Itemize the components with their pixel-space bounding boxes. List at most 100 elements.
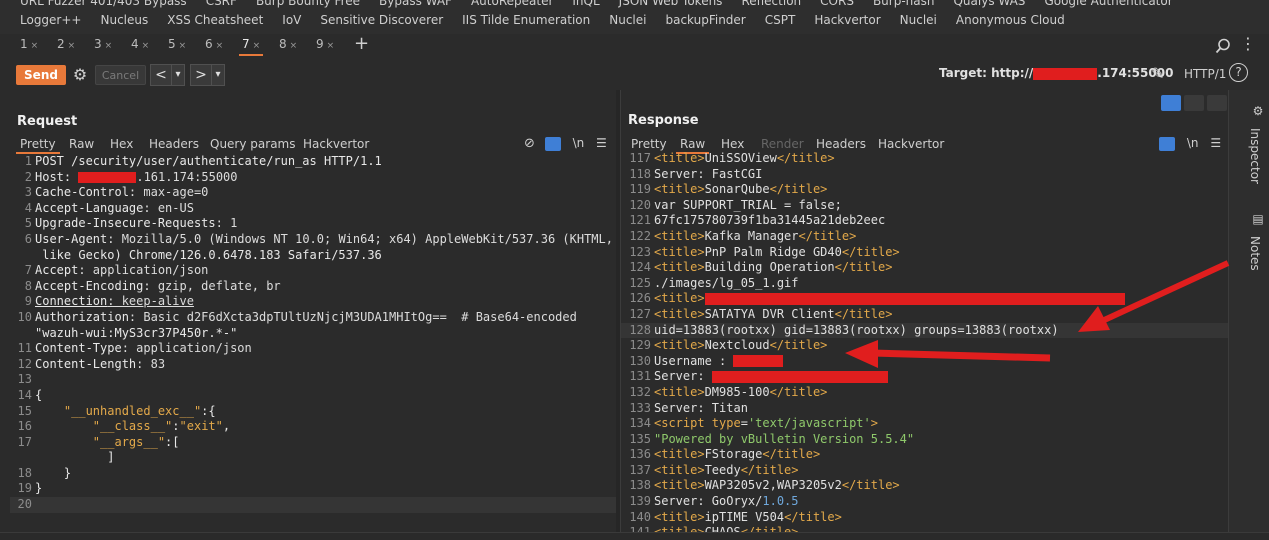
add-tab-button[interactable]: +	[354, 33, 369, 54]
header-name: Accept	[35, 263, 79, 278]
menu-icon[interactable]: ☰	[1210, 136, 1221, 150]
hide-icon[interactable]: ⊘	[524, 136, 535, 151]
code-line: 12 Content-Length: 83	[10, 357, 616, 373]
extension-tab[interactable]: IoV	[282, 13, 301, 27]
cancel-button[interactable]: Cancel	[95, 65, 146, 85]
extension-tab[interactable]: CORS	[820, 0, 854, 8]
line-number: 124	[629, 260, 651, 275]
repeater-tab-6[interactable]: 6 ×	[205, 37, 223, 51]
extension-tab[interactable]: Burp Bounty Free	[256, 0, 360, 8]
header-value: : en-US	[143, 200, 194, 215]
request-editor[interactable]: 1 POST /security/user/authenticate/run_as…	[10, 154, 616, 513]
help-icon[interactable]: ?	[1229, 63, 1248, 82]
extension-tab[interactable]: Qualys WAS	[953, 0, 1025, 8]
close-icon[interactable]: ×	[253, 41, 261, 51]
forward-button[interactable]: >	[190, 64, 212, 86]
repeater-tab-9[interactable]: 9 ×	[316, 37, 334, 51]
newline-toggle[interactable]: \n	[1187, 136, 1199, 150]
extension-tab[interactable]: Anonymous Cloud	[956, 13, 1065, 27]
extension-tab[interactable]: InQL	[572, 0, 599, 8]
close-icon[interactable]: ×	[31, 41, 39, 51]
extension-tab[interactable]: Nuclei	[900, 13, 937, 27]
html-tag: </title>	[841, 244, 900, 259]
inspector-icon[interactable]: ⚙	[1235, 104, 1265, 118]
extension-tab[interactable]: Sensitive Discoverer	[320, 13, 443, 27]
json-string: "exit"	[179, 419, 223, 434]
back-button[interactable]: <	[150, 64, 172, 86]
extension-tab[interactable]: IIS Tilde Enumeration	[462, 13, 590, 27]
close-icon[interactable]: ×	[179, 41, 187, 51]
tab-raw[interactable]: Raw	[675, 137, 710, 154]
repeater-tab-1[interactable]: 1 ×	[20, 37, 38, 51]
send-button[interactable]: Send	[16, 65, 66, 85]
header-value: : Mozilla/5.0 (Windows NT 10.0; Win64; x…	[107, 231, 613, 246]
more-options-icon[interactable]: ⋮	[1240, 34, 1256, 53]
repeater-tab-3[interactable]: 3 ×	[94, 37, 112, 51]
redaction-mark	[78, 171, 137, 183]
tab-raw[interactable]: Raw	[69, 137, 94, 151]
tab-hex[interactable]: Hex	[721, 137, 744, 151]
tab-pretty[interactable]: Pretty	[631, 137, 667, 151]
wrap-lines-icon[interactable]	[544, 136, 561, 151]
notes-tab[interactable]: Notes	[1232, 236, 1262, 271]
extension-tab[interactable]: Reflection	[741, 0, 801, 8]
http-version-toggle[interactable]: HTTP/1	[1184, 67, 1226, 81]
extension-tab[interactable]: Bypass WAF	[379, 0, 452, 8]
inspector-tab[interactable]: Inspector	[1232, 128, 1262, 184]
forward-history-dropdown[interactable]: ▾	[211, 64, 225, 86]
extension-tab[interactable]: XSS Cheatsheet	[167, 13, 263, 27]
code-line: 140 <title>ipTIME V504</title>	[621, 510, 1228, 526]
layout-top-bottom-button[interactable]	[1184, 95, 1204, 111]
code-line: 20	[10, 497, 616, 513]
close-icon[interactable]: ×	[290, 41, 298, 51]
extension-tab[interactable]: Burp-hash	[873, 0, 935, 8]
code-line: 129 <title>Nextcloud</title>	[621, 338, 1228, 354]
code-line: 1 POST /security/user/authenticate/run_as…	[10, 154, 616, 170]
tab-hackvertor[interactable]: Hackvertor	[303, 137, 369, 151]
extension-tab[interactable]: CSPT	[765, 13, 796, 27]
search-icon[interactable]	[1215, 38, 1231, 54]
repeater-tab-7[interactable]: 7 ×	[238, 37, 264, 56]
gear-icon[interactable]: ⚙	[70, 65, 90, 85]
back-history-dropdown[interactable]: ▾	[171, 64, 185, 86]
tab-pretty[interactable]: Pretty	[16, 137, 60, 154]
close-icon[interactable]: ×	[105, 41, 113, 51]
edit-target-icon[interactable]: ✎	[1151, 64, 1164, 83]
extension-tab[interactable]: CSRF	[206, 0, 237, 8]
close-icon[interactable]: ×	[142, 41, 150, 51]
close-icon[interactable]: ×	[216, 41, 224, 51]
extension-tab[interactable]: backupFinder	[665, 13, 745, 27]
tab-hex[interactable]: Hex	[110, 137, 133, 151]
repeater-tab-2[interactable]: 2 ×	[57, 37, 75, 51]
line-number: 130	[629, 353, 651, 368]
layout-tabs-button[interactable]	[1207, 95, 1227, 111]
repeater-tab-4[interactable]: 4 ×	[131, 37, 149, 51]
extension-tab[interactable]: Google Authenticator	[1044, 0, 1172, 8]
code-line: 19}	[10, 481, 616, 497]
extension-tab[interactable]: Logger++	[20, 13, 81, 27]
code-line: 132 <title>DM985-100</title>	[621, 385, 1228, 401]
extension-tab[interactable]: AutoRepeater	[471, 0, 553, 8]
wrap-lines-icon[interactable]	[1159, 136, 1175, 151]
notes-icon[interactable]: ▤	[1235, 212, 1265, 226]
newline-toggle[interactable]: \n	[573, 136, 585, 150]
response-editor[interactable]: 117 <title>UniSSOView</title> 118 Server: F…	[621, 151, 1228, 540]
extension-tab[interactable]: URL Fuzzer 401/403 Bypass	[20, 0, 187, 8]
menu-icon[interactable]: ☰	[596, 136, 607, 150]
extension-tab[interactable]: Hackvertor	[814, 13, 880, 27]
tab-headers[interactable]: Headers	[149, 137, 199, 151]
tab-hackvertor[interactable]: Hackvertor	[878, 137, 944, 151]
repeater-tab-5[interactable]: 5 ×	[168, 37, 186, 51]
close-icon[interactable]: ×	[327, 41, 335, 51]
html-tag: <script	[654, 416, 712, 431]
repeater-tab-8[interactable]: 8 ×	[279, 37, 297, 51]
extension-tab[interactable]: Nucleus	[100, 13, 148, 27]
header-name: Host:	[35, 169, 79, 184]
tab-headers[interactable]: Headers	[816, 137, 866, 151]
tab-render[interactable]: Render	[761, 137, 804, 151]
extension-tab[interactable]: Nuclei	[609, 13, 646, 27]
close-icon[interactable]: ×	[68, 41, 76, 51]
layout-side-by-side-button[interactable]	[1161, 95, 1181, 111]
extension-tab[interactable]: JSON Web Tokens	[619, 0, 723, 8]
tab-query-params[interactable]: Query params	[210, 137, 295, 151]
